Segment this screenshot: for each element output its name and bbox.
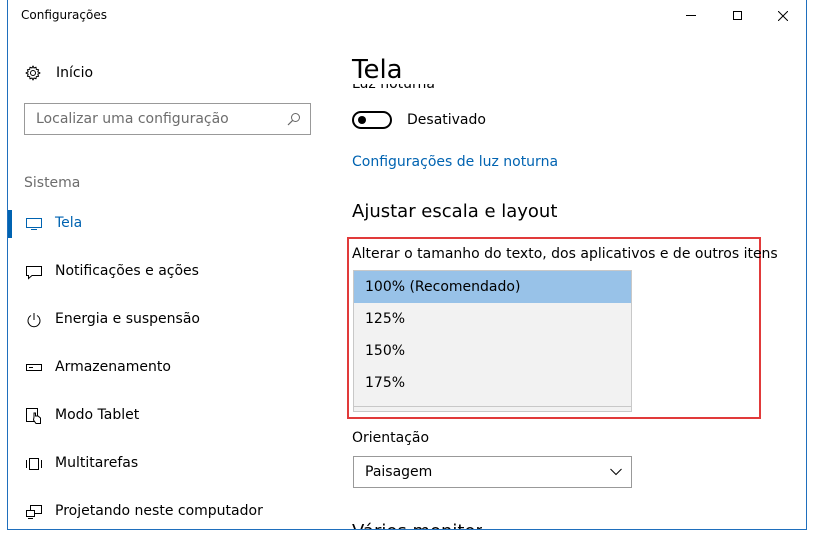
sidebar-item-label: Projetando neste computador <box>55 503 263 519</box>
minimize-button[interactable] <box>668 0 714 31</box>
sidebar-item-notifications[interactable]: Notificações e ações <box>8 256 328 304</box>
page-title: Tela <box>352 55 403 85</box>
search-icon[interactable] <box>284 109 304 129</box>
sidebar-item-label: Notificações e ações <box>55 263 199 279</box>
home-label: Início <box>56 65 94 81</box>
title-bar[interactable]: Configurações <box>8 0 806 31</box>
notification-icon <box>24 256 44 288</box>
selection-indicator <box>8 210 12 238</box>
scale-option[interactable]: 100% (Recomendado) <box>354 271 631 303</box>
orientation-value: Paisagem <box>365 464 433 480</box>
chevron-down-icon <box>601 457 631 487</box>
maximize-icon <box>732 11 742 20</box>
settings-window: Configurações Início Sistema <box>7 0 807 530</box>
sidebar-item-label: Modo Tablet <box>55 407 140 423</box>
power-icon <box>24 304 44 336</box>
maximize-button[interactable] <box>714 0 760 31</box>
dropdown-divider <box>354 406 631 407</box>
window-title: Configurações <box>21 8 107 22</box>
multiple-displays-heading: Vários monitores <box>352 521 482 529</box>
sidebar-item-tela[interactable]: Tela <box>8 208 328 256</box>
multitask-icon <box>24 448 44 480</box>
close-icon <box>778 10 788 21</box>
sidebar-item-storage[interactable]: Armazenamento <box>8 352 328 400</box>
sidebar-item-label: Tela <box>55 215 83 231</box>
sidebar-item-label: Multitarefas <box>55 455 139 471</box>
projecting-icon <box>24 496 44 528</box>
monitor-icon <box>24 208 44 240</box>
night-light-settings-link[interactable]: Configurações de luz noturna <box>352 154 558 170</box>
orientation-label: Orientação <box>352 430 430 446</box>
scale-label: Alterar o tamanho do texto, dos aplicati… <box>352 246 778 262</box>
scale-heading: Ajustar escala e layout <box>352 201 558 222</box>
scale-option[interactable]: 150% <box>354 335 631 367</box>
tablet-icon <box>24 400 44 432</box>
night-light-row: Desativado <box>352 111 486 129</box>
sidebar-item-label: Energia e suspensão <box>55 311 200 327</box>
section-label: Sistema <box>24 175 81 191</box>
gear-icon <box>24 64 42 82</box>
orientation-select[interactable]: Paisagem <box>353 456 632 488</box>
minimize-icon <box>686 15 696 16</box>
night-light-label-text: Luz noturna <box>352 84 435 92</box>
scale-option[interactable]: 175% <box>354 367 631 399</box>
sidebar-nav: Tela Notificações e ações Energia e susp… <box>8 208 328 529</box>
sidebar-item-label: Armazenamento <box>55 359 171 375</box>
close-button[interactable] <box>760 0 806 31</box>
sidebar-item-power[interactable]: Energia e suspensão <box>8 304 328 352</box>
multiple-displays-heading-text: Vários monitores <box>352 521 482 529</box>
night-light-toggle[interactable] <box>352 111 392 129</box>
sidebar-item-multitasking[interactable]: Multitarefas <box>8 448 328 496</box>
sidebar-item-projecting[interactable]: Projetando neste computador <box>8 496 328 529</box>
toggle-knob <box>358 116 366 124</box>
scale-dropdown-list[interactable]: 100% (Recomendado) 125% 150% 175% <box>353 270 632 412</box>
sidebar-item-tablet[interactable]: Modo Tablet <box>8 400 328 448</box>
storage-icon <box>24 352 44 384</box>
search-input[interactable] <box>25 104 284 134</box>
scale-option[interactable]: 125% <box>354 303 631 335</box>
night-light-label: Luz noturna <box>352 84 472 99</box>
search-box[interactable] <box>24 103 311 135</box>
night-light-state: Desativado <box>407 112 486 128</box>
home-link[interactable]: Início <box>24 62 93 84</box>
